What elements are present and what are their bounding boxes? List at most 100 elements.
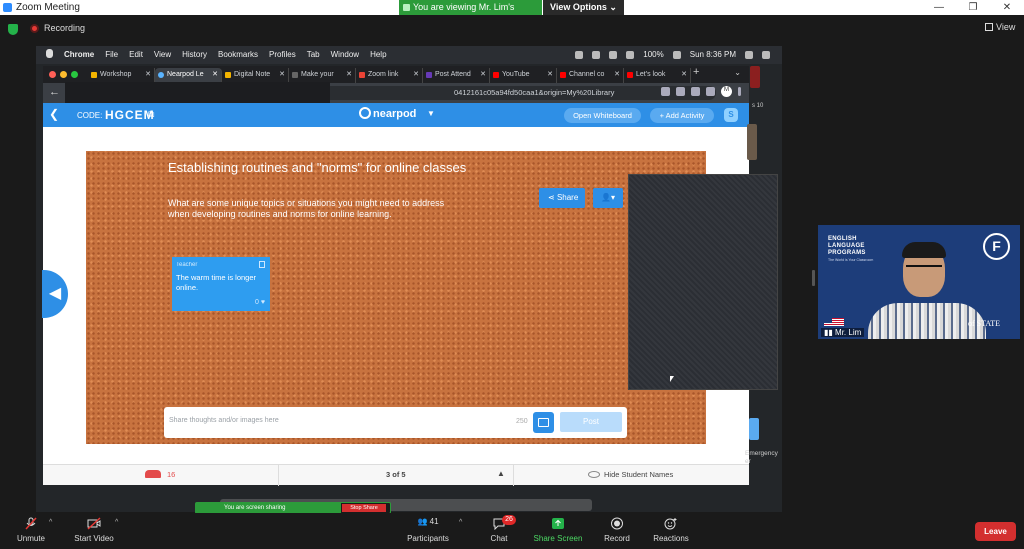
zoom-logo-icon [3, 3, 12, 12]
wifi-icon[interactable] [626, 50, 635, 59]
participant-video-tile[interactable]: ENGLISH LANGUAGE PROGRAMS The World is Y… [818, 225, 1020, 339]
participants-count: 41 [429, 517, 439, 526]
org-line: ENGLISH [828, 236, 857, 242]
menu-file[interactable]: File [105, 50, 118, 59]
start-video-button[interactable]: Start Video [72, 517, 116, 543]
close-tab-icon[interactable]: ✕ [212, 70, 218, 78]
close-window-button[interactable]: ✕ [990, 0, 1024, 15]
more-menu-icon[interactable] [738, 87, 741, 96]
tab-label: Digital Note [234, 71, 271, 78]
trash-icon[interactable] [259, 261, 265, 268]
apple-icon[interactable] [46, 49, 53, 58]
menu-view[interactable]: View [154, 50, 171, 59]
back-arrow-icon[interactable]: ← [49, 86, 60, 98]
battery-icon[interactable] [672, 50, 681, 59]
post-card[interactable]: Teacher The warm time is longer online. … [172, 257, 270, 311]
menu-chrome[interactable]: Chrome [64, 50, 94, 59]
search-icon[interactable] [745, 50, 753, 59]
chevron-up-icon[interactable]: ^ [49, 519, 52, 526]
external-link-icon[interactable]: ⧉ [148, 109, 154, 120]
browser-tab[interactable]: Make your ✕ [289, 68, 356, 83]
unmute-button[interactable]: Unmute [14, 517, 48, 543]
reactions-button[interactable]: Reactions [651, 517, 691, 543]
favicon-icon [560, 72, 566, 78]
close-tab-icon[interactable]: ✕ [547, 70, 553, 78]
post-button[interactable]: Post [560, 412, 622, 432]
browser-tab[interactable]: Digital Note ✕ [222, 68, 289, 83]
record-button[interactable]: Record [602, 517, 632, 543]
view-button[interactable]: View [985, 22, 1015, 32]
close-tab-icon[interactable]: ✕ [614, 70, 620, 78]
desktop-file-icon[interactable] [747, 124, 757, 160]
post-input[interactable]: Share thoughts and/or images here [169, 417, 279, 424]
browser-tab-active[interactable]: Nearpod Le ✕ [155, 68, 222, 83]
new-tab-icon[interactable]: + [693, 66, 699, 78]
close-tab-icon[interactable]: ✕ [346, 70, 352, 78]
tab-search-icon[interactable]: ⌄ [734, 68, 741, 77]
post-likes[interactable]: 0 ♥ [255, 299, 265, 306]
chevron-up-icon[interactable]: ▲ [497, 469, 505, 478]
menu-edit[interactable]: Edit [129, 50, 143, 59]
browser-tab[interactable]: Let's look ✕ [624, 68, 691, 83]
back-chevron-icon[interactable]: ❮ [49, 107, 59, 121]
image-upload-button[interactable] [533, 412, 554, 433]
menu-bookmarks[interactable]: Bookmarks [218, 50, 258, 59]
status-icon[interactable] [609, 50, 618, 59]
reading-list-icon[interactable] [691, 87, 700, 96]
profile-avatar[interactable]: M [721, 86, 732, 97]
heart-icon[interactable]: ♥ [261, 299, 265, 306]
browser-tab[interactable]: Channel co ✕ [557, 68, 624, 83]
recording-icon [30, 24, 39, 33]
add-activity-button[interactable]: + Add Activity [650, 108, 714, 123]
stop-share-button[interactable]: Stop Share [342, 504, 386, 512]
close-tab-icon[interactable]: ✕ [413, 70, 419, 78]
close-tab-icon[interactable]: ✕ [279, 70, 285, 78]
browser-tab[interactable]: Post Attend ✕ [423, 68, 490, 83]
hide-student-names-toggle[interactable]: Hide Student Names [588, 470, 673, 479]
menu-profiles[interactable]: Profiles [269, 50, 296, 59]
battery-percent: 100% [643, 50, 664, 59]
desktop-file-icon[interactable] [750, 66, 760, 88]
tab-label: Channel co [569, 71, 605, 78]
close-tab-icon[interactable]: ✕ [145, 70, 151, 78]
browser-tab[interactable]: Zoom link ✕ [356, 68, 423, 83]
panel-resize-handle[interactable] [812, 270, 815, 286]
leave-button[interactable]: Leave [975, 522, 1016, 541]
security-shield-icon[interactable] [8, 24, 18, 35]
share-screen-button[interactable]: Share Screen [532, 517, 584, 543]
status-icon[interactable] [575, 50, 584, 59]
menu-tab[interactable]: Tab [307, 50, 320, 59]
close-tab-icon[interactable]: ✕ [480, 70, 486, 78]
media-icon[interactable] [706, 87, 715, 96]
view-options-button[interactable]: View Options ⌄ [543, 0, 624, 15]
user-avatar[interactable]: S [724, 108, 738, 122]
open-whiteboard-button[interactable]: Open Whiteboard [564, 108, 641, 123]
menu-help[interactable]: Help [370, 50, 386, 59]
char-count: 250 [516, 418, 528, 425]
minimize-dot-icon[interactable] [60, 71, 67, 78]
menu-history[interactable]: History [182, 50, 207, 59]
participants-button[interactable]: 👥 41 Participants [405, 517, 451, 543]
participant-count[interactable]: 16 [145, 470, 175, 479]
close-dot-icon[interactable] [49, 71, 56, 78]
share-icon: ⋖ [548, 193, 557, 202]
desktop-file-icon[interactable] [749, 418, 759, 440]
star-icon[interactable] [661, 87, 670, 96]
chat-unread-badge: 26 [502, 515, 516, 525]
screen-icon [403, 4, 410, 11]
control-center-icon[interactable] [762, 50, 770, 59]
share-button[interactable]: ⋖ Share [539, 188, 585, 208]
menu-window[interactable]: Window [331, 50, 359, 59]
chevron-down-icon[interactable]: ▼ [427, 109, 435, 118]
browser-tab[interactable]: YouTube ✕ [490, 68, 557, 83]
maximize-button[interactable]: ❐ [956, 0, 990, 15]
extension-icon[interactable] [676, 87, 685, 96]
browser-tab[interactable]: Workshop ✕ [88, 68, 155, 83]
status-icon[interactable] [592, 50, 601, 59]
chevron-up-icon[interactable]: ^ [115, 519, 118, 526]
chevron-up-icon[interactable]: ^ [459, 519, 462, 526]
minimize-button[interactable]: — [922, 0, 956, 15]
zoom-dot-icon[interactable] [71, 71, 78, 78]
close-tab-icon[interactable]: ✕ [681, 70, 687, 78]
user-menu-button[interactable]: 👤▾ [593, 188, 623, 208]
